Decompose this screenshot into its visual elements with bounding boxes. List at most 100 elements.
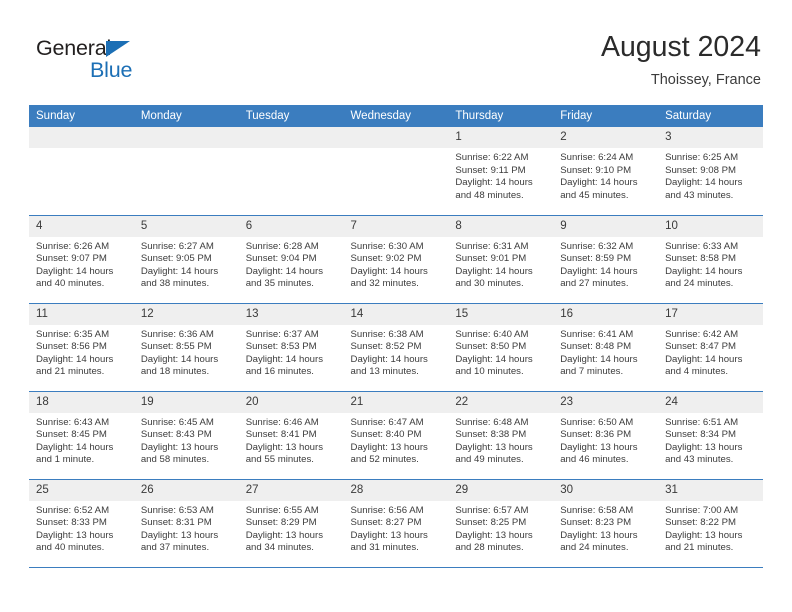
calendar-day-cell[interactable]: 26 Sunrise: 6:53 AM Sunset: 8:31 PM Dayligh… xyxy=(133,478,239,568)
sunrise-time: Sunrise: 6:27 AM xyxy=(140,240,214,252)
daylight-duration-line1: Daylight: 14 hours xyxy=(560,353,638,365)
sunset-time: Sunset: 9:04 PM xyxy=(245,253,317,265)
calendar-day-cell[interactable]: 13 Sunrise: 6:37 AM Sunset: 8:53 PM Dayligh… xyxy=(238,302,344,391)
sunset-time: Sunset: 8:23 PM xyxy=(560,517,632,529)
day-number: 27 xyxy=(238,479,344,501)
daylight-duration-line2: and 28 minutes. xyxy=(455,542,524,554)
day-sun-info: Sunrise: 6:56 AM Sunset: 8:27 PM Daylight:… xyxy=(344,501,449,555)
weekday-header-monday: Monday xyxy=(133,105,239,127)
sunset-time: Sunset: 8:52 PM xyxy=(350,341,422,353)
daylight-duration-line1: Daylight: 14 hours xyxy=(140,353,219,365)
sunset-time: Sunset: 8:34 PM xyxy=(665,429,736,441)
day-sun-info: Sunrise: 6:43 AM Sunset: 8:45 PM Daylight:… xyxy=(29,413,134,467)
calendar-cell-empty xyxy=(343,127,449,215)
calendar-day-cell[interactable]: 9 Sunrise: 6:32 AM Sunset: 8:59 PM Daylight… xyxy=(553,214,659,303)
calendar-day-cell[interactable]: 25 Sunrise: 6:52 AM Sunset: 8:33 PM Dayligh… xyxy=(29,478,134,568)
sunrise-time: Sunrise: 6:32 AM xyxy=(560,240,634,252)
sunset-time: Sunset: 9:07 PM xyxy=(36,253,107,265)
daylight-duration-line1: Daylight: 14 hours xyxy=(36,353,114,365)
day-number: 30 xyxy=(553,479,659,501)
calendar-day-cell[interactable]: 22 Sunrise: 6:48 AM Sunset: 8:38 PM Dayligh… xyxy=(448,390,554,479)
calendar-day-cell[interactable]: 12 Sunrise: 6:36 AM Sunset: 8:55 PM Dayligh… xyxy=(133,302,239,391)
day-number: 3 xyxy=(658,127,763,148)
daylight-duration-line2: and 58 minutes. xyxy=(140,454,210,466)
calendar-day-cell[interactable]: 23 Sunrise: 6:50 AM Sunset: 8:36 PM Dayligh… xyxy=(553,390,659,479)
calendar-day-cell[interactable]: 16 Sunrise: 6:41 AM Sunset: 8:48 PM Dayligh… xyxy=(553,302,659,391)
daylight-duration-line1: Daylight: 13 hours xyxy=(350,441,428,453)
calendar-day-cell[interactable]: 3 Sunrise: 6:25 AM Sunset: 9:08 PM Daylight… xyxy=(658,127,763,215)
calendar-day-cell[interactable]: 11 Sunrise: 6:35 AM Sunset: 8:56 PM Dayligh… xyxy=(29,302,134,391)
day-sun-info: Sunrise: 6:38 AM Sunset: 8:52 PM Daylight:… xyxy=(344,325,449,379)
day-sun-info: Sunrise: 6:30 AM Sunset: 9:02 PM Daylight:… xyxy=(344,237,449,291)
sunset-time: Sunset: 8:41 PM xyxy=(245,429,317,441)
daylight-duration-line2: and 40 minutes. xyxy=(36,542,105,554)
day-sun-info: Sunrise: 6:24 AM Sunset: 9:10 PM Daylight:… xyxy=(553,148,658,202)
calendar-day-cell[interactable]: 19 Sunrise: 6:45 AM Sunset: 8:43 PM Dayligh… xyxy=(133,390,239,479)
sunrise-time: Sunrise: 6:26 AM xyxy=(36,240,110,252)
daylight-duration-line1: Daylight: 14 hours xyxy=(140,265,219,277)
daylight-duration-line2: and 38 minutes. xyxy=(140,278,210,290)
sunrise-sunset-calendar-table: Sunday Monday Tuesday Wednesday Thursday… xyxy=(29,105,763,568)
daylight-duration-line2: and 46 minutes. xyxy=(560,454,629,466)
sunrise-time: Sunrise: 6:40 AM xyxy=(455,328,529,340)
day-number: 12 xyxy=(133,303,239,325)
weekday-header-tuesday: Tuesday xyxy=(238,105,344,127)
calendar-day-cell[interactable]: 4 Sunrise: 6:26 AM Sunset: 9:07 PM Daylight… xyxy=(29,214,134,303)
daylight-duration-line1: Daylight: 14 hours xyxy=(455,177,533,189)
daylight-duration-line1: Daylight: 13 hours xyxy=(665,529,743,541)
calendar-day-cell[interactable]: 1 Sunrise: 6:22 AM Sunset: 9:11 PM Daylight… xyxy=(448,127,554,215)
daylight-duration-line2: and 35 minutes. xyxy=(245,278,314,290)
calendar-day-cell[interactable]: 30 Sunrise: 6:58 AM Sunset: 8:23 PM Dayligh… xyxy=(553,478,659,568)
calendar-page: General Blue August 2024 Thoissey, Franc… xyxy=(0,0,792,612)
calendar-day-cell[interactable]: 5 Sunrise: 6:27 AM Sunset: 9:05 PM Daylight… xyxy=(133,214,239,303)
day-number: 19 xyxy=(133,391,239,413)
daylight-duration-line2: and 18 minutes. xyxy=(140,366,210,378)
daylight-duration-line1: Daylight: 13 hours xyxy=(140,529,219,541)
calendar-day-cell[interactable]: 21 Sunrise: 6:47 AM Sunset: 8:40 PM Dayligh… xyxy=(343,390,449,479)
day-number: 14 xyxy=(343,303,449,325)
calendar-day-cell[interactable]: 15 Sunrise: 6:40 AM Sunset: 8:50 PM Dayligh… xyxy=(448,302,554,391)
calendar-day-cell[interactable]: 6 Sunrise: 6:28 AM Sunset: 9:04 PM Daylight… xyxy=(238,214,344,303)
calendar-day-cell[interactable]: 24 Sunrise: 6:51 AM Sunset: 8:34 PM Dayligh… xyxy=(658,390,763,479)
calendar-day-cell[interactable]: 7 Sunrise: 6:30 AM Sunset: 9:02 PM Daylight… xyxy=(343,214,449,303)
daylight-duration-line1: Daylight: 14 hours xyxy=(665,177,743,189)
day-sun-info: Sunrise: 6:25 AM Sunset: 9:08 PM Daylight:… xyxy=(658,148,763,202)
sunset-time: Sunset: 8:48 PM xyxy=(560,341,632,353)
daylight-duration-line2: and 40 minutes. xyxy=(36,278,105,290)
calendar-day-cell[interactable]: 28 Sunrise: 6:56 AM Sunset: 8:27 PM Dayligh… xyxy=(343,478,449,568)
day-sun-info: Sunrise: 6:40 AM Sunset: 8:50 PM Daylight:… xyxy=(448,325,553,379)
day-number: 10 xyxy=(658,215,763,237)
daylight-duration-line1: Daylight: 13 hours xyxy=(350,529,428,541)
calendar-cell-empty xyxy=(133,127,239,215)
daylight-duration-line2: and 43 minutes. xyxy=(665,189,734,201)
daylight-duration-line1: Daylight: 13 hours xyxy=(36,529,114,541)
calendar-day-cell[interactable]: 10 Sunrise: 6:33 AM Sunset: 8:58 PM Dayligh… xyxy=(658,214,763,303)
calendar-day-cell[interactable]: 14 Sunrise: 6:38 AM Sunset: 8:52 PM Dayligh… xyxy=(343,302,449,391)
day-sun-info: Sunrise: 6:26 AM Sunset: 9:07 PM Daylight:… xyxy=(29,237,134,291)
calendar-week-row: 1 Sunrise: 6:22 AM Sunset: 9:11 PM Daylight… xyxy=(29,127,763,215)
calendar-day-cell[interactable]: 17 Sunrise: 6:42 AM Sunset: 8:47 PM Dayligh… xyxy=(658,302,763,391)
day-number: 22 xyxy=(448,391,554,413)
weekday-header-thursday: Thursday xyxy=(448,105,554,127)
sunrise-time: Sunrise: 6:30 AM xyxy=(350,240,424,252)
calendar-day-cell[interactable]: 31 Sunrise: 7:00 AM Sunset: 8:22 PM Dayligh… xyxy=(658,478,763,568)
daylight-duration-line2: and 7 minutes. xyxy=(560,366,624,378)
sunrise-time: Sunrise: 6:41 AM xyxy=(560,328,634,340)
sunset-time: Sunset: 8:31 PM xyxy=(140,517,212,529)
daylight-duration-line2: and 24 minutes. xyxy=(665,278,734,290)
calendar-day-cell[interactable]: 2 Sunrise: 6:24 AM Sunset: 9:10 PM Daylight… xyxy=(553,127,659,215)
general-blue-logo: General Blue xyxy=(36,36,166,86)
day-number: 18 xyxy=(29,391,134,413)
daylight-duration-line2: and 24 minutes. xyxy=(560,542,629,554)
calendar-day-cell[interactable]: 8 Sunrise: 6:31 AM Sunset: 9:01 PM Daylight… xyxy=(448,214,554,303)
daylight-duration-line1: Daylight: 13 hours xyxy=(140,441,219,453)
calendar-day-cell[interactable]: 20 Sunrise: 6:46 AM Sunset: 8:41 PM Dayligh… xyxy=(238,390,344,479)
daylight-duration-line1: Daylight: 13 hours xyxy=(245,529,324,541)
calendar-day-cell[interactable]: 29 Sunrise: 6:57 AM Sunset: 8:25 PM Dayligh… xyxy=(448,478,554,568)
sunset-time: Sunset: 8:29 PM xyxy=(245,517,317,529)
sunset-time: Sunset: 8:38 PM xyxy=(455,429,527,441)
calendar-day-cell[interactable]: 18 Sunrise: 6:43 AM Sunset: 8:45 PM Dayligh… xyxy=(29,390,134,479)
daylight-duration-line1: Daylight: 14 hours xyxy=(455,265,533,277)
sunrise-time: Sunrise: 6:58 AM xyxy=(560,504,634,516)
calendar-day-cell[interactable]: 27 Sunrise: 6:55 AM Sunset: 8:29 PM Dayligh… xyxy=(238,478,344,568)
